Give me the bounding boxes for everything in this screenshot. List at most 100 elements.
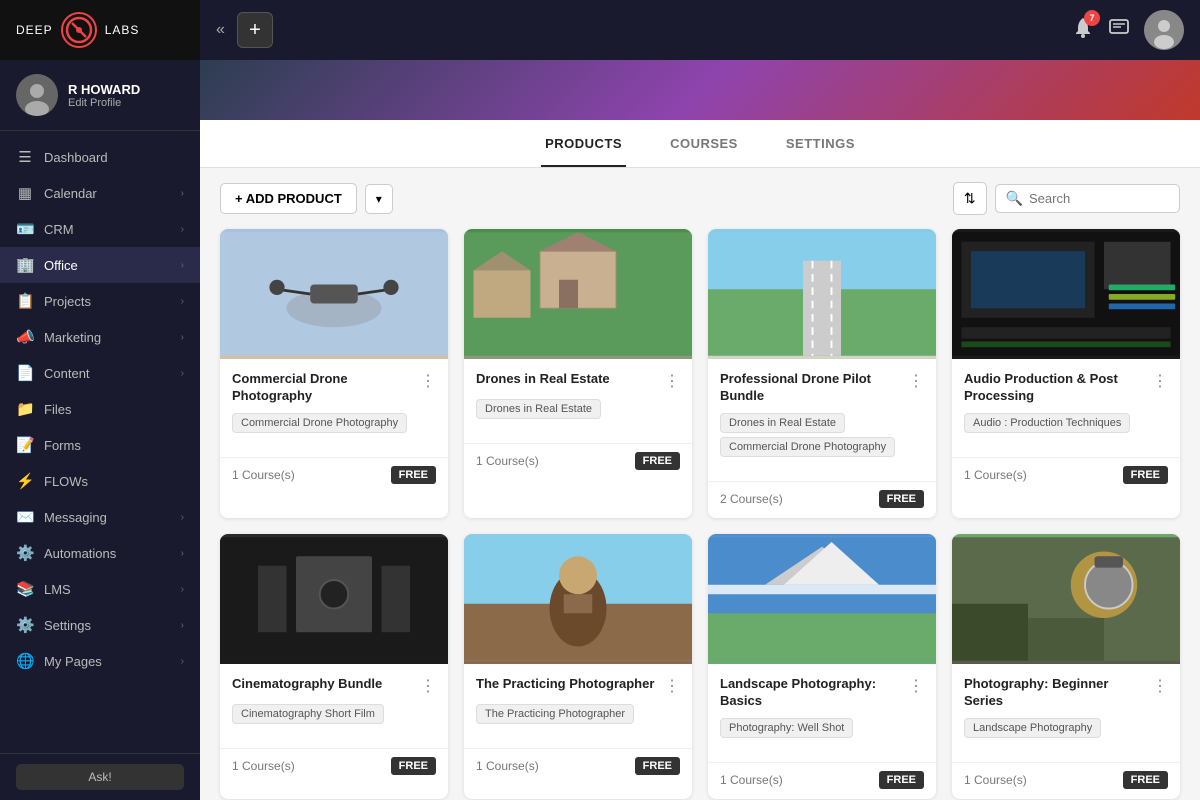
product-menu-button[interactable]: ⋮ (414, 371, 436, 391)
sidebar-item-dashboard[interactable]: ☰ Dashboard (0, 139, 200, 175)
sidebar-item-automations[interactable]: ⚙️ Automations › (0, 535, 200, 571)
tab-products[interactable]: PRODUCTS (541, 122, 626, 167)
messaging-icon: ✉️ (16, 508, 34, 526)
product-card: Cinematography Bundle ⋮ Cinematography S… (220, 534, 448, 799)
hero-banner (200, 60, 1200, 120)
product-grid: Commercial Drone Photography ⋮ Commercia… (200, 229, 1200, 800)
notifications-button[interactable]: 7 (1072, 16, 1094, 44)
logo-text-right: LABS (105, 23, 140, 37)
product-title: Professional Drone Pilot Bundle (720, 371, 902, 405)
filter-icon: ⇅ (964, 190, 976, 206)
product-tags: Drones in Real EstateCommercial Drone Ph… (720, 413, 924, 461)
chevron-right-icon: › (181, 260, 184, 271)
chevron-right-icon: › (181, 296, 184, 307)
sidebar-item-flows[interactable]: ⚡ FLOWs (0, 463, 200, 499)
product-menu-button[interactable]: ⋮ (658, 676, 680, 696)
product-title: Cinematography Bundle (232, 676, 414, 693)
chevron-right-icon: › (181, 656, 184, 667)
user-avatar-button[interactable] (1144, 10, 1184, 50)
sidebar-item-files[interactable]: 📁 Files (0, 391, 200, 427)
card-footer: 1 Course(s) FREE (708, 762, 936, 799)
add-button[interactable]: + (237, 12, 273, 48)
content-icon: 📄 (16, 364, 34, 382)
product-card: Photography: Beginner Series ⋮ Landscape… (952, 534, 1180, 799)
product-card: Commercial Drone Photography ⋮ Commercia… (220, 229, 448, 518)
tabs-bar: PRODUCTS COURSES SETTINGS (200, 120, 1200, 168)
product-card: Landscape Photography: Basics ⋮ Photogra… (708, 534, 936, 799)
tab-courses[interactable]: COURSES (666, 122, 742, 167)
sidebar-item-messaging[interactable]: ✉️ Messaging › (0, 499, 200, 535)
sidebar-item-calendar[interactable]: ▦ Calendar › (0, 175, 200, 211)
product-tags: Photography: Well Shot (720, 718, 924, 742)
courses-count: 1 Course(s) (720, 773, 783, 787)
product-menu-button[interactable]: ⋮ (1146, 676, 1168, 696)
sidebar-item-content[interactable]: 📄 Content › (0, 355, 200, 391)
product-menu-button[interactable]: ⋮ (658, 371, 680, 391)
search-icon: 🔍 (1006, 190, 1023, 207)
edit-profile-link[interactable]: Edit Profile (68, 97, 140, 109)
product-dropdown-button[interactable]: ▾ (365, 184, 393, 214)
sidebar-item-label: Projects (44, 294, 91, 309)
card-body: Photography: Beginner Series ⋮ Landscape… (952, 664, 1180, 754)
product-menu-button[interactable]: ⋮ (902, 371, 924, 391)
sidebar: DEEP LABS R HOWARD Edit Profile ☰ (0, 0, 200, 800)
courses-count: 2 Course(s) (720, 492, 783, 506)
sidebar-item-office[interactable]: 🏢 Office › (0, 247, 200, 283)
sidebar-item-label: Settings (44, 618, 91, 633)
product-tags: Drones in Real Estate (476, 399, 680, 423)
free-badge: FREE (879, 771, 924, 789)
product-menu-button[interactable]: ⋮ (902, 676, 924, 696)
card-footer: 1 Course(s) FREE (952, 762, 1180, 799)
messages-button[interactable] (1108, 16, 1130, 44)
card-footer: 1 Course(s) FREE (220, 457, 448, 494)
courses-count: 1 Course(s) (232, 468, 295, 482)
product-tags: Audio : Production Techniques (964, 413, 1168, 437)
product-tags: Cinematography Short Film (232, 704, 436, 728)
product-tag: Audio : Production Techniques (964, 413, 1130, 433)
sidebar-item-projects[interactable]: 📋 Projects › (0, 283, 200, 319)
sidebar-item-marketing[interactable]: 📣 Marketing › (0, 319, 200, 355)
sidebar-item-label: Content (44, 366, 90, 381)
products-area: PRODUCTS COURSES SETTINGS + ADD PRODUCT … (200, 120, 1200, 800)
product-tag: Commercial Drone Photography (232, 413, 407, 433)
sidebar-item-label: Dashboard (44, 150, 108, 165)
sidebar-item-mypages[interactable]: 🌐 My Pages › (0, 643, 200, 679)
avatar (16, 74, 58, 116)
collapse-sidebar-button[interactable]: « (216, 21, 225, 39)
filter-button[interactable]: ⇅ (953, 182, 987, 215)
card-body: Professional Drone Pilot Bundle ⋮ Drones… (708, 359, 936, 473)
product-image (220, 229, 448, 359)
search-input-wrap: 🔍 (995, 184, 1180, 213)
product-menu-button[interactable]: ⋮ (1146, 371, 1168, 391)
sidebar-nav: ☰ Dashboard ▦ Calendar › 🪪 CRM › 🏢 Offic… (0, 131, 200, 753)
product-title: Photography: Beginner Series (964, 676, 1146, 710)
sidebar-item-crm[interactable]: 🪪 CRM › (0, 211, 200, 247)
card-footer: 1 Course(s) FREE (220, 748, 448, 785)
card-body: Landscape Photography: Basics ⋮ Photogra… (708, 664, 936, 754)
ask-help-button[interactable]: Ask! (16, 764, 184, 790)
courses-count: 1 Course(s) (964, 773, 1027, 787)
product-tag: Drones in Real Estate (720, 413, 845, 433)
sidebar-item-label: Calendar (44, 186, 97, 201)
search-input[interactable] (1029, 191, 1169, 206)
sidebar-item-settings[interactable]: ⚙️ Settings › (0, 607, 200, 643)
sidebar-item-label: LMS (44, 582, 71, 597)
card-body: Commercial Drone Photography ⋮ Commercia… (220, 359, 448, 449)
product-tags: Landscape Photography (964, 718, 1168, 742)
office-icon: 🏢 (16, 256, 34, 274)
product-menu-button[interactable]: ⋮ (414, 676, 436, 696)
product-title: Commercial Drone Photography (232, 371, 414, 405)
sidebar-item-lms[interactable]: 📚 LMS › (0, 571, 200, 607)
add-product-button[interactable]: + ADD PRODUCT (220, 183, 357, 214)
product-card: Drones in Real Estate ⋮ Drones in Real E… (464, 229, 692, 518)
chevron-right-icon: › (181, 512, 184, 523)
sidebar-logo: DEEP LABS (0, 0, 200, 60)
product-image (708, 534, 936, 664)
sidebar-item-forms[interactable]: 📝 Forms (0, 427, 200, 463)
tab-settings[interactable]: SETTINGS (782, 122, 859, 167)
chevron-right-icon: › (181, 584, 184, 595)
courses-count: 1 Course(s) (232, 759, 295, 773)
product-title: Drones in Real Estate (476, 371, 658, 388)
card-footer: 1 Course(s) FREE (952, 457, 1180, 494)
sidebar-item-label: CRM (44, 222, 74, 237)
